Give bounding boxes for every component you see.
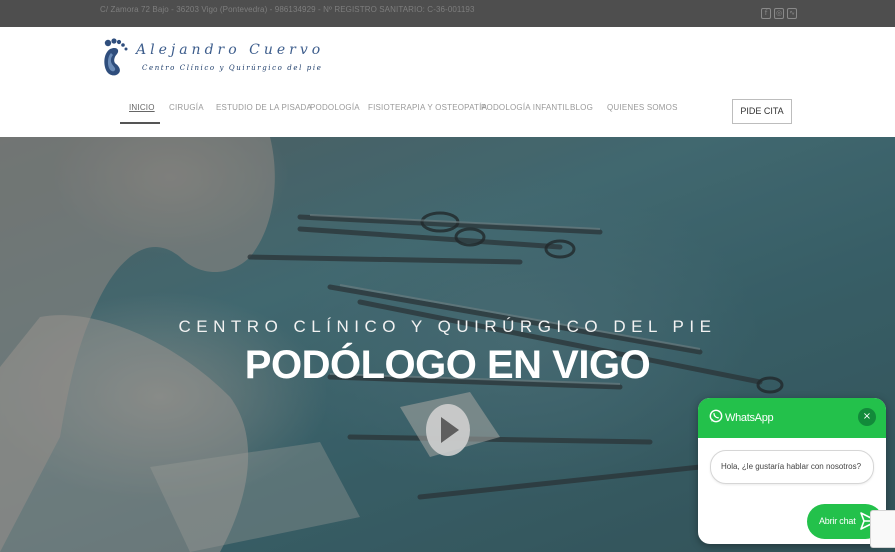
play-video-icon[interactable] <box>425 403 471 457</box>
nav-item-fisioterapia[interactable]: FISIOTERAPIA Y OSTEOPATÍA <box>368 103 487 112</box>
whatsapp-header: WhatsApp × <box>698 398 886 438</box>
facebook-icon[interactable]: f <box>761 8 771 19</box>
whatsapp-icon <box>709 409 723 423</box>
contact-info: C/ Zamora 72 Bajo - 36203 Vigo (Ponteved… <box>100 5 475 14</box>
footprint-logo-icon <box>104 38 128 76</box>
nav-item-quienes-somos[interactable]: QUIENES SOMOS <box>607 103 678 112</box>
hero-title: PODÓLOGO EN VIGO <box>244 343 651 387</box>
hero-subtitle: CENTRO CLÍNICO Y QUIRÚRGICO DEL PIE <box>178 317 717 336</box>
open-chat-label: Abrir chat <box>819 516 856 526</box>
nav-item-cirugia[interactable]: CIRUGÍA <box>169 103 204 112</box>
top-bar: C/ Zamora 72 Bajo - 36203 Vigo (Ponteved… <box>0 0 895 27</box>
nav-item-inicio[interactable]: INICIO <box>129 103 155 112</box>
close-chat-button[interactable]: × <box>858 408 876 426</box>
nav-item-podologia-infantil[interactable]: PODOLOGÍA INFANTIL <box>481 103 570 112</box>
social-links: f ◎ ∿ <box>761 8 797 19</box>
chat-message-bubble: Hola, ¿le gustaría hablar con nosotros? <box>710 450 874 484</box>
rss-icon[interactable]: ∿ <box>787 8 797 19</box>
recaptcha-badge[interactable] <box>870 510 895 548</box>
instagram-icon[interactable]: ◎ <box>774 8 784 19</box>
brand-name: Alejandro Cuervo <box>136 42 325 58</box>
nav-item-blog[interactable]: BLOG <box>570 103 593 112</box>
active-nav-indicator <box>120 122 160 124</box>
book-appointment-button[interactable]: PIDE CITA <box>732 99 792 124</box>
site-logo[interactable]: Alejandro Cuervo Centro Clínico y Quirúr… <box>102 37 321 79</box>
whatsapp-title: WhatsApp <box>725 412 774 424</box>
site-header: Alejandro Cuervo Centro Clínico y Quirúr… <box>0 27 895 137</box>
nav-item-podologia[interactable]: PODOLOGÍA <box>310 103 360 112</box>
brand-tagline: Centro Clínico y Quirúrgico del pie <box>142 64 323 72</box>
whatsapp-chat-widget: WhatsApp × Hola, ¿le gustaría hablar con… <box>698 398 886 544</box>
nav-item-estudio-pisada[interactable]: ESTUDIO DE LA PISADA <box>216 103 312 112</box>
